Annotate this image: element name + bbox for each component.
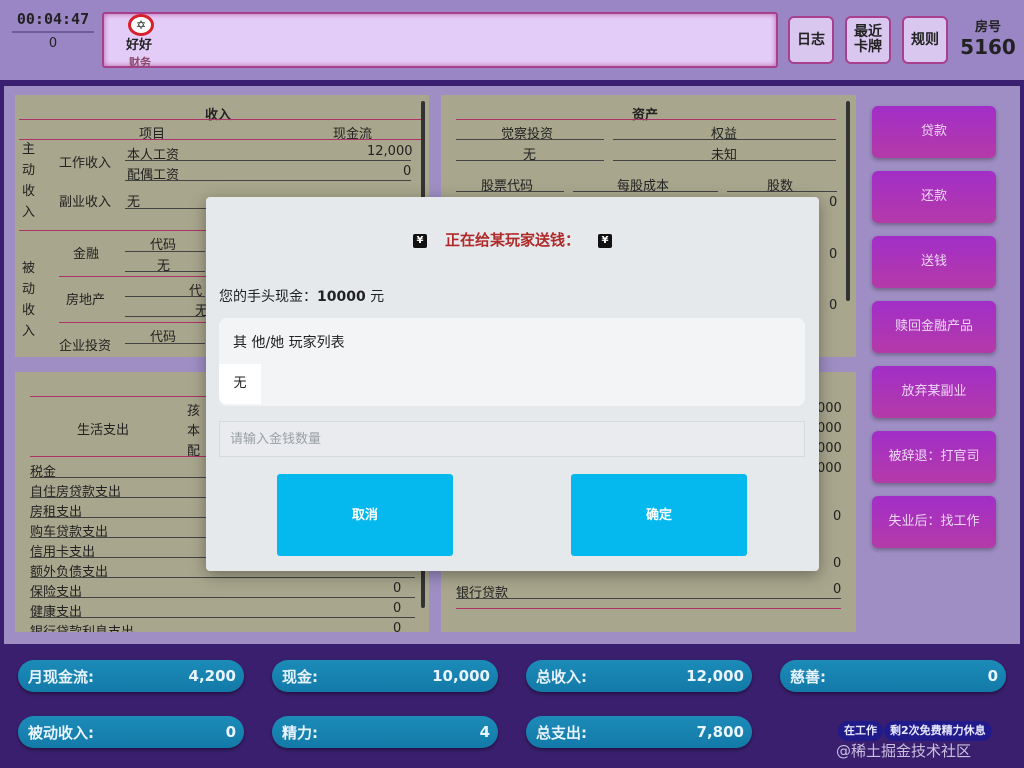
stat-total-expense: 总支出: 7,800	[526, 716, 752, 748]
player-list-item[interactable]: 无	[219, 364, 261, 404]
give-money-button[interactable]: 送钱	[872, 236, 996, 288]
stat-total-income: 总收入: 12,000	[526, 660, 752, 692]
living-sub-2: 本	[187, 424, 201, 439]
stat-passive-income: 被动收入: 0	[18, 716, 244, 748]
expense-row-bank-interest: 银行贷款利息支出	[30, 621, 134, 632]
room-info: 房号 5160	[960, 16, 1016, 59]
liability-value-1: 000	[817, 401, 842, 416]
stat-label: 总收入:	[536, 667, 587, 686]
player-banner: ✡ 好好 财务	[102, 12, 778, 69]
bank-interest-value: 0	[393, 621, 402, 632]
stat-value: 4,200	[188, 667, 236, 685]
stat-energy: 精力: 4	[272, 716, 498, 748]
top-bar: 00:04:47 0 ✡ 好好 财务 日志 最近 卡牌 规则 房号 5160	[0, 0, 1024, 80]
stat-label: 慈善:	[790, 667, 826, 686]
money-bag-icon: ¥	[598, 233, 612, 248]
watermark: @稀土掘金技术社区	[836, 742, 972, 760]
give-money-dialog: ¥ 正在给某玩家送钱： ¥ 您的手头现金：10000 元 其 他/她 玩家列表 无 …	[206, 197, 819, 571]
redeem-finance-button[interactable]: 赎回金融产品	[872, 301, 996, 353]
stat-charity: 慈善: 0	[780, 660, 1006, 692]
bank-loan-value: 0	[833, 582, 842, 597]
cash-prefix: 您的手头现金：	[219, 289, 317, 305]
asset-value-1: 0	[829, 195, 838, 210]
player-name: 好好	[126, 38, 153, 53]
living-expense-label: 生活支出	[77, 423, 130, 438]
confirm-button[interactable]: 确定	[571, 474, 747, 556]
stat-label: 精力:	[282, 723, 318, 742]
liability-value-6: 0	[833, 556, 842, 571]
stat-label: 被动收入:	[28, 723, 94, 742]
assets-title: 资产	[632, 108, 659, 123]
working-status-badge: 在工作	[838, 721, 883, 741]
self-salary-value: 12,000	[367, 144, 413, 159]
room-number: 5160	[960, 35, 1016, 59]
room-label: 房号	[974, 20, 1001, 35]
free-rest-badge: 剩2次免费精力休息	[884, 721, 992, 741]
side-income-label: 副业收入	[59, 195, 112, 210]
stat-cash: 现金: 10,000	[272, 660, 498, 692]
spouse-salary-value: 0	[403, 164, 412, 179]
dialog-title-text: 正在给某玩家送钱：	[444, 231, 580, 249]
income-title: 收入	[205, 108, 232, 123]
work-income-label: 工作收入	[59, 156, 112, 171]
liability-value-3: 000	[817, 441, 842, 456]
dialog-title: ¥ 正在给某玩家送钱： ¥	[206, 229, 819, 250]
enterprise-label: 企业投资	[59, 339, 112, 354]
stat-label: 总支出:	[536, 723, 587, 742]
stat-value: 4	[479, 723, 490, 741]
loan-button[interactable]: 贷款	[872, 106, 996, 158]
rules-button[interactable]: 规则	[902, 16, 948, 64]
recent-cards-button[interactable]: 最近 卡牌	[845, 16, 891, 64]
stat-value: 0	[987, 667, 998, 685]
log-button[interactable]: 日志	[788, 16, 834, 64]
insurance-value: 0	[393, 581, 402, 596]
stat-value: 7,800	[696, 723, 744, 741]
timer-text: 00:04:47	[16, 10, 90, 28]
asset-value-3: 0	[829, 298, 838, 313]
sue-after-dismissal-button[interactable]: 被辞退：打官司	[872, 431, 996, 483]
stat-value: 10,000	[432, 667, 490, 685]
repay-button[interactable]: 还款	[872, 171, 996, 223]
assets-scrollbar[interactable]	[846, 101, 850, 301]
asset-value-2: 0	[829, 247, 838, 262]
liability-value-5: 0	[833, 509, 842, 524]
stat-label: 月现金流:	[28, 667, 94, 686]
money-bag-icon: ¥	[412, 233, 427, 248]
stat-monthly-cashflow: 月现金流: 4,200	[18, 660, 244, 692]
timer-counter: 0	[48, 36, 58, 51]
passive-income-label: 被动收入	[22, 261, 36, 339]
cancel-button[interactable]: 取消	[277, 474, 453, 556]
cash-unit: 元	[370, 289, 385, 305]
finance-label: 金融	[73, 247, 100, 262]
amount-input[interactable]	[219, 421, 805, 457]
active-income-label: 主动收入	[22, 142, 36, 220]
timer-divider	[12, 31, 94, 33]
living-sub-1: 孩	[187, 404, 201, 419]
current-cash: 您的手头现金：10000 元	[219, 286, 384, 306]
abandon-side-business-button[interactable]: 放弃某副业	[872, 366, 996, 418]
liability-value-2: 000	[817, 421, 842, 436]
game-timer: 00:04:47 0	[12, 10, 94, 51]
health-value: 0	[393, 601, 402, 616]
star-of-david-icon: ✡	[128, 14, 154, 36]
player-list: 其 他/她 玩家列表 无	[219, 318, 805, 406]
cash-value: 10000	[317, 289, 366, 305]
stat-value: 12,000	[686, 667, 744, 685]
real-estate-label: 房地产	[66, 293, 106, 308]
stat-label: 现金:	[282, 667, 318, 686]
find-job-button[interactable]: 失业后：找工作	[872, 496, 996, 548]
stat-value: 0	[225, 723, 236, 741]
player-role: 财务	[129, 56, 151, 69]
player-list-header: 其 他/她 玩家列表	[233, 335, 345, 351]
liability-value-4: 000	[817, 461, 842, 476]
